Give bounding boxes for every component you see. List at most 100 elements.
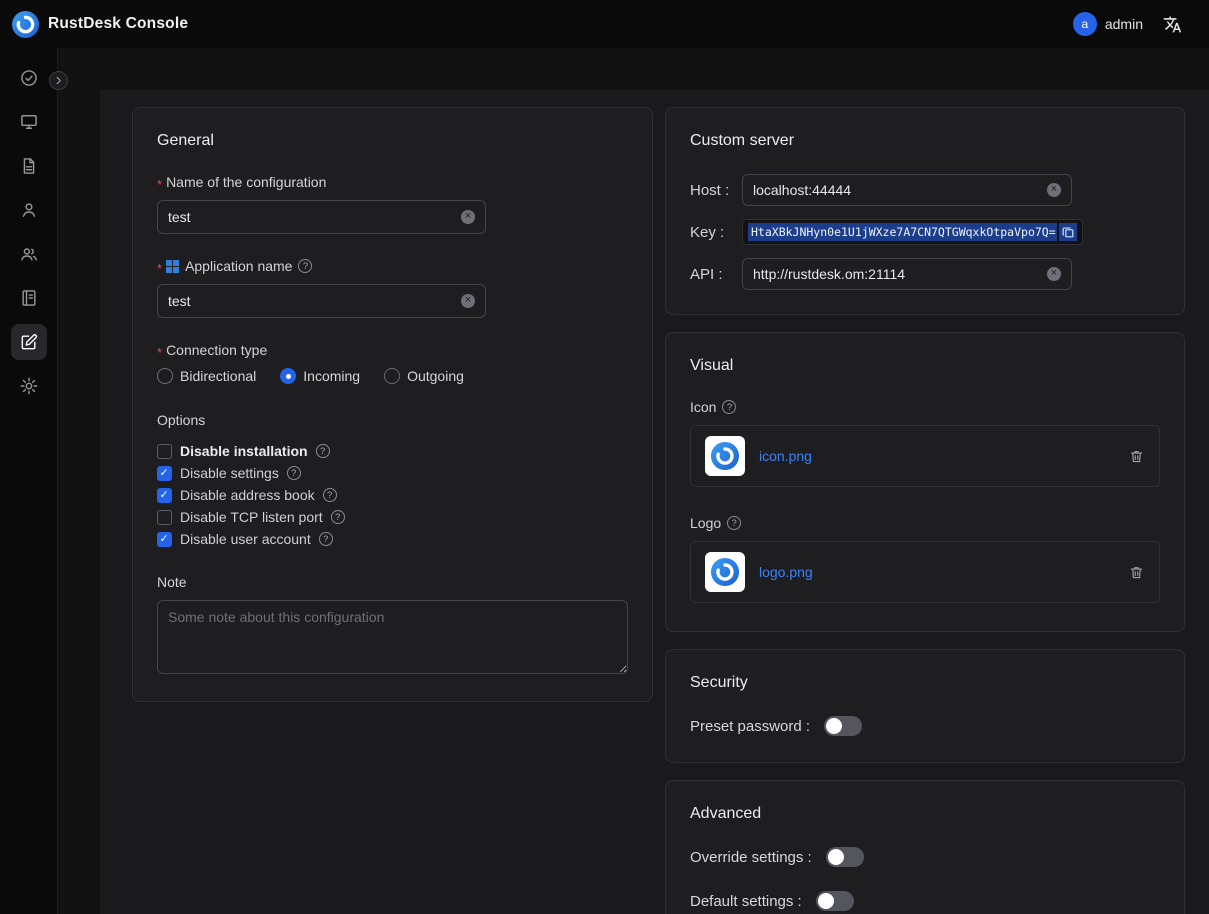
- copy-icon[interactable]: [1059, 223, 1077, 241]
- help-icon[interactable]: ?: [319, 532, 333, 546]
- user-menu[interactable]: a admin: [1073, 12, 1143, 36]
- help-icon[interactable]: ?: [727, 516, 741, 530]
- check-disable-settings[interactable]: Disable settings ?: [157, 462, 628, 484]
- help-icon[interactable]: ?: [722, 400, 736, 414]
- logo-label-row: Logo ?: [690, 515, 1160, 531]
- advanced-title: Advanced: [690, 805, 1160, 823]
- sidebar-item-configurations[interactable]: [11, 324, 47, 360]
- check-label: Disable user account: [180, 531, 311, 547]
- checkbox[interactable]: [157, 532, 172, 547]
- checkbox[interactable]: [157, 466, 172, 481]
- clear-icon[interactable]: ×: [1047, 267, 1061, 281]
- preset-password-toggle[interactable]: [824, 716, 862, 736]
- translate-icon[interactable]: [1161, 13, 1183, 35]
- check-disable-installation[interactable]: Disable installation ?: [157, 440, 628, 462]
- sidebar-item-devices[interactable]: [11, 104, 47, 140]
- name-input[interactable]: [168, 209, 461, 225]
- check-disable-tcp-listen-port[interactable]: Disable TCP listen port ?: [157, 506, 628, 528]
- app-name-input-wrap: ×: [157, 284, 486, 318]
- key-row: Key : HtaXBkJNHyn0e1U1jWXze7A7CN7QTGWqxk…: [690, 219, 1160, 245]
- checkbox[interactable]: [157, 488, 172, 503]
- required-mark: *: [157, 345, 162, 360]
- help-icon[interactable]: ?: [287, 466, 301, 480]
- name-input-wrap: ×: [157, 200, 486, 234]
- api-row: API : ×: [690, 258, 1160, 290]
- host-row: Host : ×: [690, 174, 1160, 206]
- logo-file-link[interactable]: logo.png: [759, 564, 1114, 580]
- security-title: Security: [690, 674, 1160, 692]
- override-settings-row: Override settings :: [690, 847, 1160, 867]
- options-check-list: Disable installation ? Disable settings …: [157, 440, 628, 550]
- key-field[interactable]: HtaXBkJNHyn0e1U1jWXze7A7CN7QTGWqxkOtpaVp…: [742, 219, 1083, 245]
- clear-icon[interactable]: ×: [461, 294, 475, 308]
- radio-label: Outgoing: [407, 368, 464, 384]
- main-area: General * Name of the configuration × *: [58, 48, 1209, 914]
- radio-outgoing[interactable]: Outgoing: [384, 368, 464, 384]
- required-mark: *: [157, 261, 162, 276]
- trash-icon[interactable]: [1128, 448, 1145, 465]
- left-column: General * Name of the configuration × *: [132, 107, 653, 702]
- windows-icon: [166, 260, 179, 273]
- icon-label-row: Icon ?: [690, 399, 1160, 415]
- radio-label: Incoming: [303, 368, 360, 384]
- sidebar-item-users[interactable]: [11, 192, 47, 228]
- app-title: RustDesk Console: [48, 15, 188, 33]
- app-name-input[interactable]: [168, 293, 461, 309]
- check-label: Disable installation: [180, 443, 308, 459]
- icon-label-text: Icon: [690, 399, 716, 415]
- sidebar-item-settings[interactable]: [11, 368, 47, 404]
- radio-bidirectional[interactable]: Bidirectional: [157, 368, 256, 384]
- help-icon[interactable]: ?: [331, 510, 345, 524]
- header-actions: a admin: [1073, 12, 1183, 36]
- default-settings-toggle[interactable]: [816, 891, 854, 911]
- custom-server-title: Custom server: [690, 132, 1160, 150]
- name-label-text: Name of the configuration: [166, 174, 326, 190]
- sidebar-item-audit-log[interactable]: [11, 280, 47, 316]
- top-bar: RustDesk Console a admin: [0, 0, 1209, 48]
- override-settings-label: Override settings :: [690, 849, 812, 866]
- content-panel: General * Name of the configuration × *: [100, 90, 1209, 914]
- general-title: General: [157, 132, 628, 150]
- check-disable-address-book[interactable]: Disable address book ?: [157, 484, 628, 506]
- host-input[interactable]: [753, 182, 1047, 198]
- custom-server-card: Custom server Host : × Key : HtaXBkJNHy: [665, 107, 1185, 315]
- override-settings-toggle[interactable]: [826, 847, 864, 867]
- clear-icon[interactable]: ×: [461, 210, 475, 224]
- right-column: Custom server Host : × Key : HtaXBkJNHy: [665, 107, 1185, 914]
- host-input-wrap: ×: [742, 174, 1072, 206]
- help-icon[interactable]: ?: [316, 444, 330, 458]
- clear-icon[interactable]: ×: [1047, 183, 1061, 197]
- help-icon[interactable]: ?: [298, 259, 312, 273]
- preset-password-row: Preset password :: [690, 716, 1160, 736]
- icon-file-link[interactable]: icon.png: [759, 448, 1114, 464]
- check-disable-user-account[interactable]: Disable user account ?: [157, 528, 628, 550]
- radio-incoming[interactable]: Incoming: [280, 368, 360, 384]
- user-name: admin: [1105, 16, 1143, 32]
- check-label: Disable address book: [180, 487, 315, 503]
- checkbox[interactable]: [157, 510, 172, 525]
- sidebar-item-groups[interactable]: [11, 236, 47, 272]
- sidebar-collapse-button[interactable]: [49, 71, 68, 90]
- connection-type-radios: Bidirectional Incoming Outgoing: [157, 368, 628, 384]
- help-icon[interactable]: ?: [323, 488, 337, 502]
- connection-label-text: Connection type: [166, 342, 267, 358]
- checkbox[interactable]: [157, 444, 172, 459]
- radio-label: Bidirectional: [180, 368, 256, 384]
- sidebar: [0, 48, 58, 914]
- icon-thumbnail: [705, 436, 745, 476]
- default-settings-label: Default settings :: [690, 893, 802, 910]
- key-label: Key :: [690, 224, 742, 241]
- trash-icon[interactable]: [1128, 564, 1145, 581]
- radio-circle: [157, 368, 173, 384]
- sidebar-item-overview[interactable]: [11, 60, 47, 96]
- default-settings-row: Default settings :: [690, 891, 1160, 911]
- radio-circle: [280, 368, 296, 384]
- visual-card: Visual Icon ? icon.png: [665, 332, 1185, 632]
- api-label: API :: [690, 266, 742, 283]
- note-textarea[interactable]: [157, 600, 628, 674]
- key-value: HtaXBkJNHyn0e1U1jWXze7A7CN7QTGWqxkOtpaVp…: [748, 223, 1057, 241]
- api-input-wrap: ×: [742, 258, 1072, 290]
- api-input[interactable]: [753, 266, 1047, 282]
- logo-file-box: logo.png: [690, 541, 1160, 603]
- sidebar-item-documents[interactable]: [11, 148, 47, 184]
